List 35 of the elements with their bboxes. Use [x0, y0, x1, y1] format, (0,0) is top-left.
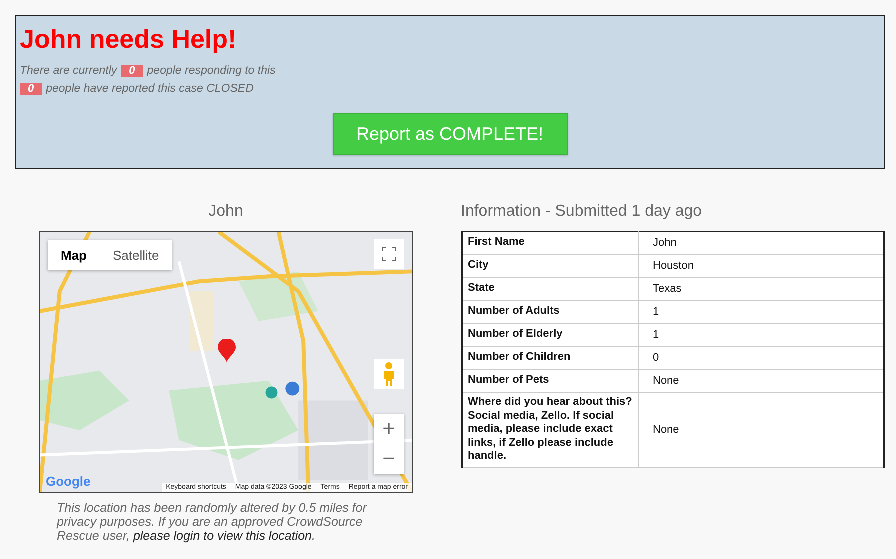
fullscreen-button[interactable]: [374, 239, 404, 269]
person-figure-icon: [382, 362, 396, 386]
fullscreen-icon: [382, 247, 396, 261]
map-type-tab[interactable]: Map: [48, 240, 100, 270]
privacy-note: This location has been randomly altered by 0.5 miles for privacy purposes. If you are an approved CrowdSource Rescue user, please login to view this location.: [57, 501, 368, 543]
status-text: There are currently: [20, 64, 118, 76]
person-name: John: [208, 203, 244, 222]
field-value: John: [638, 232, 884, 254]
field-value: None: [638, 370, 884, 392]
field-label: Number of Adults: [462, 300, 638, 324]
map-type-tab[interactable]: Satellite: [100, 240, 172, 270]
field-label: City: [462, 254, 638, 278]
count-badge: 0: [121, 64, 144, 76]
field-value: Houston: [638, 254, 884, 278]
field-value: 1: [638, 324, 884, 346]
field-value: Texas: [638, 278, 884, 300]
status-text: people have reported this case CLOSED: [46, 82, 254, 94]
field-value: 0: [638, 346, 884, 370]
zoom-out-button[interactable]: −: [374, 444, 404, 474]
field-label: State: [462, 278, 638, 300]
field-label: Number of Pets: [462, 370, 638, 392]
map-logo: Google: [46, 474, 91, 489]
field-value: 1: [638, 300, 884, 324]
location-pin-icon: [218, 339, 236, 363]
field-value: None: [638, 392, 884, 467]
field-label: First Name: [462, 232, 638, 254]
field-label: Where did you hear about this? Social media, Zello. If social media, please include exact links, if Zello please include handle.: [462, 392, 638, 467]
count-badge: 0: [20, 82, 42, 94]
field-label: Number of Elderly: [462, 324, 638, 346]
status-text: people responding to this: [147, 64, 276, 76]
field-label: Number of Children: [462, 346, 638, 370]
zoom-in-button[interactable]: +: [374, 414, 404, 444]
login-link[interactable]: please login to view this location: [133, 529, 312, 543]
alert-title: John needs Help!: [20, 24, 238, 55]
section-title: Information - Submitted 1 day ago: [461, 203, 704, 222]
